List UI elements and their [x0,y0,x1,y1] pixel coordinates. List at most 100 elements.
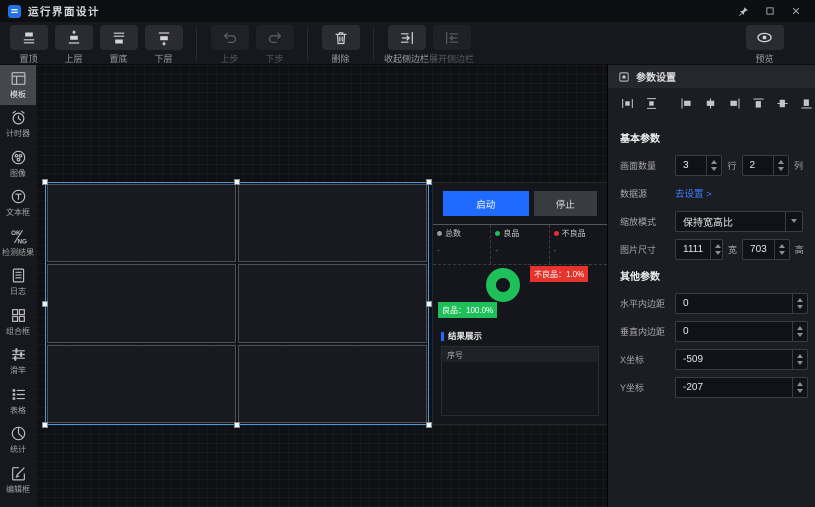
layer-up-button[interactable]: 上层 [51,25,96,65]
design-canvas[interactable]: 启动 停止 总数 - 良品 - 不良品 - [36,65,608,507]
align-center-horizontal-icon[interactable] [704,97,717,110]
cols-stepper[interactable]: 2 [742,155,789,176]
cols-spinner[interactable] [773,156,788,175]
datasource-row: 数据源 去设置 > [620,182,808,204]
layer-down-button[interactable]: 下层 [141,25,186,65]
redo-button[interactable]: 下步 [252,25,297,65]
spin-up-icon[interactable] [797,354,803,358]
image-height-stepper[interactable]: 703 [742,239,790,260]
resize-handle-e[interactable] [426,301,432,307]
y-coordinate-spinner[interactable] [792,378,807,397]
scale-mode-row: 缩放模式 保持宽高比 [620,210,808,232]
resize-handle-nw[interactable] [42,179,48,185]
h-padding-stepper[interactable]: 0 [675,293,808,314]
run-control-widget[interactable]: 启动 停止 总数 - 良品 - 不良品 - [432,182,608,425]
text-box-icon [10,188,27,205]
sidebar-item-timer[interactable]: 计时器 [0,105,36,145]
sidebar-item-combo-box[interactable]: 组合框 [0,302,36,342]
x-coordinate-spinner[interactable] [792,350,807,369]
resize-handle-n[interactable] [234,179,240,185]
spin-down-icon[interactable] [778,167,784,171]
spin-down-icon[interactable] [797,389,803,393]
align-left-icon[interactable] [680,97,693,110]
spin-up-icon[interactable] [711,160,717,164]
chevron-down-icon [785,212,802,231]
collapse-sidebar-icon [388,25,426,50]
template-cell[interactable] [238,264,427,342]
send-to-back-button[interactable]: 置底 [96,25,141,65]
sidebar-item-image[interactable]: 图像 [0,144,36,184]
h-padding-value: 0 [676,294,792,313]
layer-down-icon [145,25,183,50]
spin-up-icon[interactable] [797,326,803,330]
image-width-spinner[interactable] [710,240,725,259]
spin-down-icon[interactable] [715,251,721,255]
image-height-spinner[interactable] [774,240,789,259]
template-cell[interactable] [238,184,427,262]
undo-button[interactable]: 上步 [207,25,252,65]
image-icon [10,149,27,166]
v-padding-stepper[interactable]: 0 [675,321,808,342]
spin-up-icon[interactable] [797,382,803,386]
cols-value: 2 [743,156,773,175]
send-to-back-label: 置底 [109,52,127,65]
rows-spinner[interactable] [706,156,721,175]
align-right-icon[interactable] [728,97,741,110]
expand-sidebar-button[interactable]: 展开侧边栏 [429,25,474,65]
sidebar-item-template[interactable]: 模板 [0,65,36,105]
v-padding-value: 0 [676,322,792,341]
sidebar-item-edit-box[interactable]: 编辑框 [0,460,36,500]
h-padding-spinner[interactable] [792,294,807,313]
spin-down-icon[interactable] [779,251,785,255]
image-height-unit: 高 [795,243,804,256]
distribute-vertical-icon[interactable] [645,97,658,110]
spin-down-icon[interactable] [797,361,803,365]
resize-handle-se[interactable] [426,422,432,428]
sidebar-item-table[interactable]: 表格 [0,381,36,421]
template-cell[interactable] [47,184,236,262]
sidebar-item-log[interactable]: 日志 [0,263,36,303]
scale-mode-select[interactable]: 保持宽高比 [675,211,803,232]
spin-down-icon[interactable] [797,333,803,337]
stop-button[interactable]: 停止 [534,191,597,216]
distribute-horizontal-icon[interactable] [621,97,634,110]
preview-button[interactable]: 预览 [742,25,787,65]
spin-up-icon[interactable] [778,160,784,164]
spin-up-icon[interactable] [715,244,721,248]
maximize-icon[interactable] [765,6,775,16]
delete-button[interactable]: 删除 [318,25,363,65]
collapse-sidebar-button[interactable]: 收起侧边栏 [384,25,429,65]
spin-down-icon[interactable] [797,305,803,309]
datasource-settings-link[interactable]: 去设置 > [675,186,712,200]
sidebar-item-output-box[interactable] [0,500,36,507]
sidebar-item-slider[interactable]: 滑竿 [0,342,36,382]
bring-to-front-button[interactable]: 置顶 [6,25,51,65]
v-padding-spinner[interactable] [792,322,807,341]
rows-stepper[interactable]: 3 [675,155,722,176]
resize-handle-sw[interactable] [42,422,48,428]
pin-icon[interactable] [738,6,749,17]
spin-down-icon[interactable] [711,167,717,171]
resize-handle-s[interactable] [234,422,240,428]
sidebar-item-text-box[interactable]: 文本框 [0,184,36,224]
spin-up-icon[interactable] [797,298,803,302]
parameter-panel: 参数设置 基本参数 画面数量 3 [608,65,815,507]
x-coordinate-stepper[interactable]: -509 [675,349,808,370]
start-button[interactable]: 启动 [443,191,529,216]
sidebar-item-statistics[interactable]: 统计 [0,421,36,461]
align-top-icon[interactable] [752,97,765,110]
sidebar-item-detection-result[interactable]: OKNG 检测结果 [0,223,36,263]
selected-template-element[interactable] [45,182,429,425]
template-cell[interactable] [47,345,236,423]
template-cell[interactable] [238,345,427,423]
image-width-stepper[interactable]: 1111 [675,239,723,260]
template-cell[interactable] [47,264,236,342]
spin-up-icon[interactable] [779,244,785,248]
align-center-vertical-icon[interactable] [776,97,789,110]
resize-handle-ne[interactable] [426,179,432,185]
app-window: 运行界面设计 置顶 上层 [0,0,815,507]
close-icon[interactable] [791,6,801,16]
y-coordinate-stepper[interactable]: -207 [675,377,808,398]
align-bottom-icon[interactable] [800,97,813,110]
resize-handle-w[interactable] [42,301,48,307]
